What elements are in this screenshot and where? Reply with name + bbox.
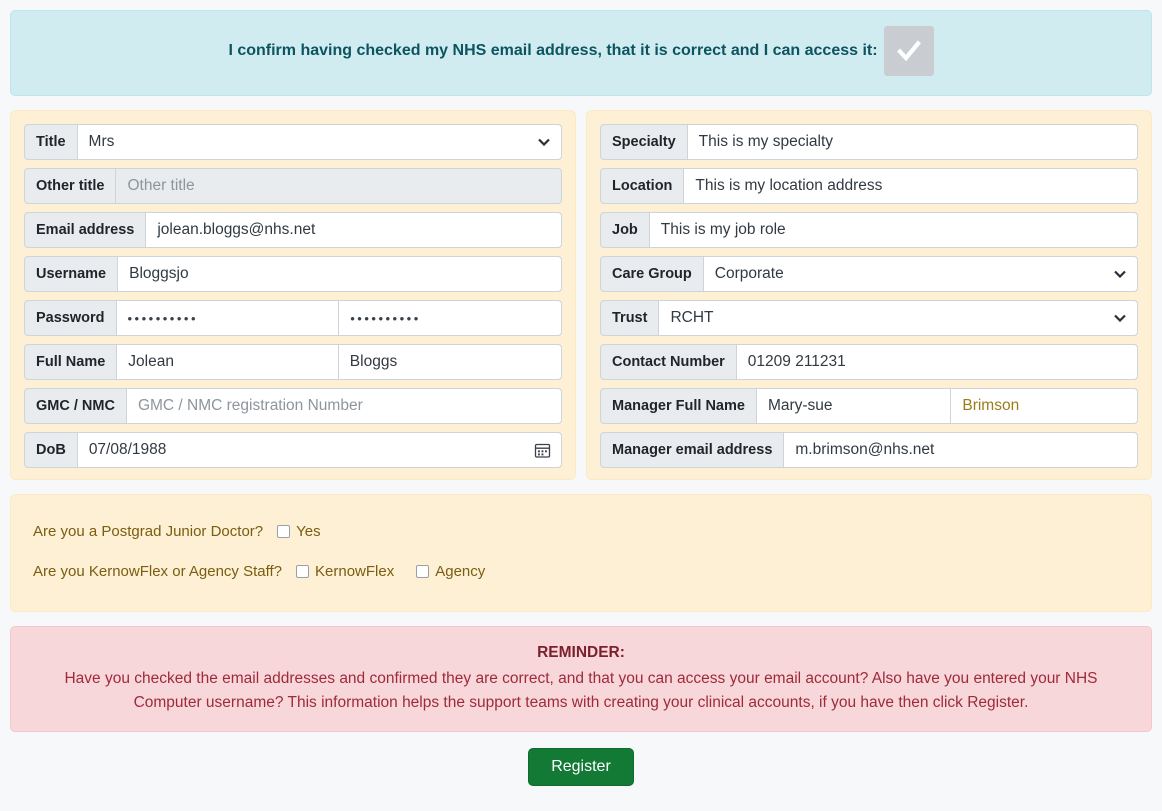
field-contact-number-label: Contact Number (600, 344, 736, 380)
reminder-panel: REMINDER: Have you checked the email add… (10, 626, 1152, 733)
field-location: Location This is my location address (600, 168, 1138, 204)
personal-details-panel: Title Mrs Other title Other title Email … (10, 110, 576, 480)
field-manager-full-name: Manager Full Name Mary-sue Brimson (600, 388, 1139, 424)
field-other-title: Other title Other title (24, 168, 562, 204)
field-email-address-label: Email address (24, 212, 146, 248)
field-specialty-label: Specialty (600, 124, 687, 160)
checkbox-yes[interactable]: Yes (277, 522, 321, 540)
field-contact-number: Contact Number 01209 211231 (600, 344, 1138, 380)
last-name-input[interactable]: Bloggs (337, 344, 563, 380)
manager-first-name-input[interactable]: Mary-sue (755, 388, 951, 424)
field-email-address: Email address jolean.bloggs@nhs.net (24, 212, 562, 248)
field-username: Username Bloggsjo (24, 256, 562, 292)
confirm-label: I confirm having checked my NHS email ad… (228, 42, 878, 59)
field-full-name-label: Full Name (24, 344, 117, 380)
other-title-input[interactable]: Other title (115, 168, 562, 204)
first-name-input[interactable]: Jolean (116, 344, 338, 380)
specialty-input[interactable]: This is my specialty (686, 124, 1138, 160)
field-other-title-label: Other title (24, 168, 116, 204)
field-care-group-label: Care Group (600, 256, 703, 292)
question-postgrad-junior-doctor: Are you a Postgrad Junior Doctor? Yes (33, 511, 1129, 551)
care-group-select-value: Corporate (714, 265, 784, 282)
field-password-label: Password (24, 300, 116, 336)
questions-panel: Are you a Postgrad Junior Doctor? Yes Ar… (10, 494, 1152, 612)
chevron-down-icon (530, 138, 550, 146)
checkbox-label: KernowFlex (315, 562, 395, 580)
title-select[interactable]: Mrs (76, 124, 562, 160)
username-input[interactable]: Bloggsjo (117, 256, 562, 292)
field-username-label: Username (24, 256, 118, 292)
field-title-label: Title (24, 124, 77, 160)
field-specialty: Specialty This is my specialty (600, 124, 1138, 160)
checkbox-agency[interactable]: Agency (416, 563, 485, 580)
manager-email-address-input[interactable]: m.brimson@nhs.net (783, 432, 1138, 468)
password-input[interactable]: •••••••••• (115, 300, 339, 336)
trust-select-value: RCHT (670, 309, 714, 326)
trust-select[interactable]: RCHT (658, 300, 1138, 336)
field-dob: DoB 07/08/1988 (24, 432, 562, 468)
field-trust-label: Trust (600, 300, 659, 336)
field-full-name: Full Name Jolean Bloggs (24, 344, 563, 380)
reminder-title: REMINDER: (537, 644, 625, 661)
confirm-checkbox[interactable] (883, 26, 934, 76)
checkbox-box-icon[interactable] (416, 564, 430, 578)
field-gmc-nmc: GMC / NMC GMC / NMC registration Number (24, 388, 562, 424)
register-button-wrap: Register (0, 748, 1162, 787)
location-input[interactable]: This is my location address (683, 168, 1138, 204)
password-confirm-input[interactable]: •••••••••• (338, 300, 562, 336)
checkbox-box-icon[interactable] (277, 524, 291, 538)
work-details-panel: Specialty This is my specialty Location … (586, 110, 1152, 480)
field-gmc-nmc-label: GMC / NMC (24, 388, 126, 424)
field-manager-full-name-label: Manager Full Name (600, 388, 756, 424)
field-manager-email-address: Manager email address m.brimson@nhs.net (600, 432, 1138, 468)
care-group-select[interactable]: Corporate (702, 256, 1138, 292)
confirm-banner: I confirm having checked my NHS email ad… (10, 10, 1152, 96)
gmc-nmc-input[interactable]: GMC / NMC registration Number (125, 388, 562, 424)
dob-input[interactable]: 07/08/1988 (76, 432, 562, 468)
field-job-label: Job (600, 212, 649, 248)
title-select-value: Mrs (88, 133, 115, 150)
question-kernowflex-agency: Are you KernowFlex or Agency Staff? Kern… (33, 551, 1129, 591)
confirm-row: I confirm having checked my NHS email ad… (11, 26, 1151, 76)
chevron-down-icon (1106, 270, 1126, 278)
chevron-down-icon (1106, 314, 1126, 322)
checkbox-label: Agency (435, 562, 486, 580)
manager-last-name-input[interactable]: Brimson (950, 388, 1139, 424)
field-job: Job This is my job role (600, 212, 1138, 248)
field-dob-label: DoB (24, 432, 77, 468)
question-label: Are you a Postgrad Junior Doctor? (33, 522, 264, 540)
check-icon (896, 40, 921, 62)
email-address-input[interactable]: jolean.bloggs@nhs.net (145, 212, 562, 248)
form-panels: Title Mrs Other title Other title Email … (10, 110, 1152, 480)
field-trust: Trust RCHT (600, 300, 1138, 336)
field-password: Password •••••••••• •••••••••• (24, 300, 562, 336)
contact-number-input[interactable]: 01209 211231 (735, 344, 1138, 380)
register-button[interactable]: Register (528, 748, 634, 787)
field-manager-email-address-label: Manager email address (600, 432, 784, 468)
dob-value: 07/08/1988 (88, 441, 167, 458)
field-location-label: Location (600, 168, 684, 204)
field-care-group: Care Group Corporate (600, 256, 1138, 292)
checkbox-label: Yes (296, 522, 321, 540)
field-title: Title Mrs (24, 124, 562, 160)
reminder-body: Have you checked the email addresses and… (64, 670, 1098, 712)
calendar-icon[interactable] (528, 442, 557, 459)
job-input[interactable]: This is my job role (648, 212, 1138, 248)
question-label: Are you KernowFlex or Agency Staff? (33, 562, 283, 580)
checkbox-kernowflex[interactable]: KernowFlex (296, 563, 394, 580)
checkbox-box-icon[interactable] (296, 564, 310, 578)
